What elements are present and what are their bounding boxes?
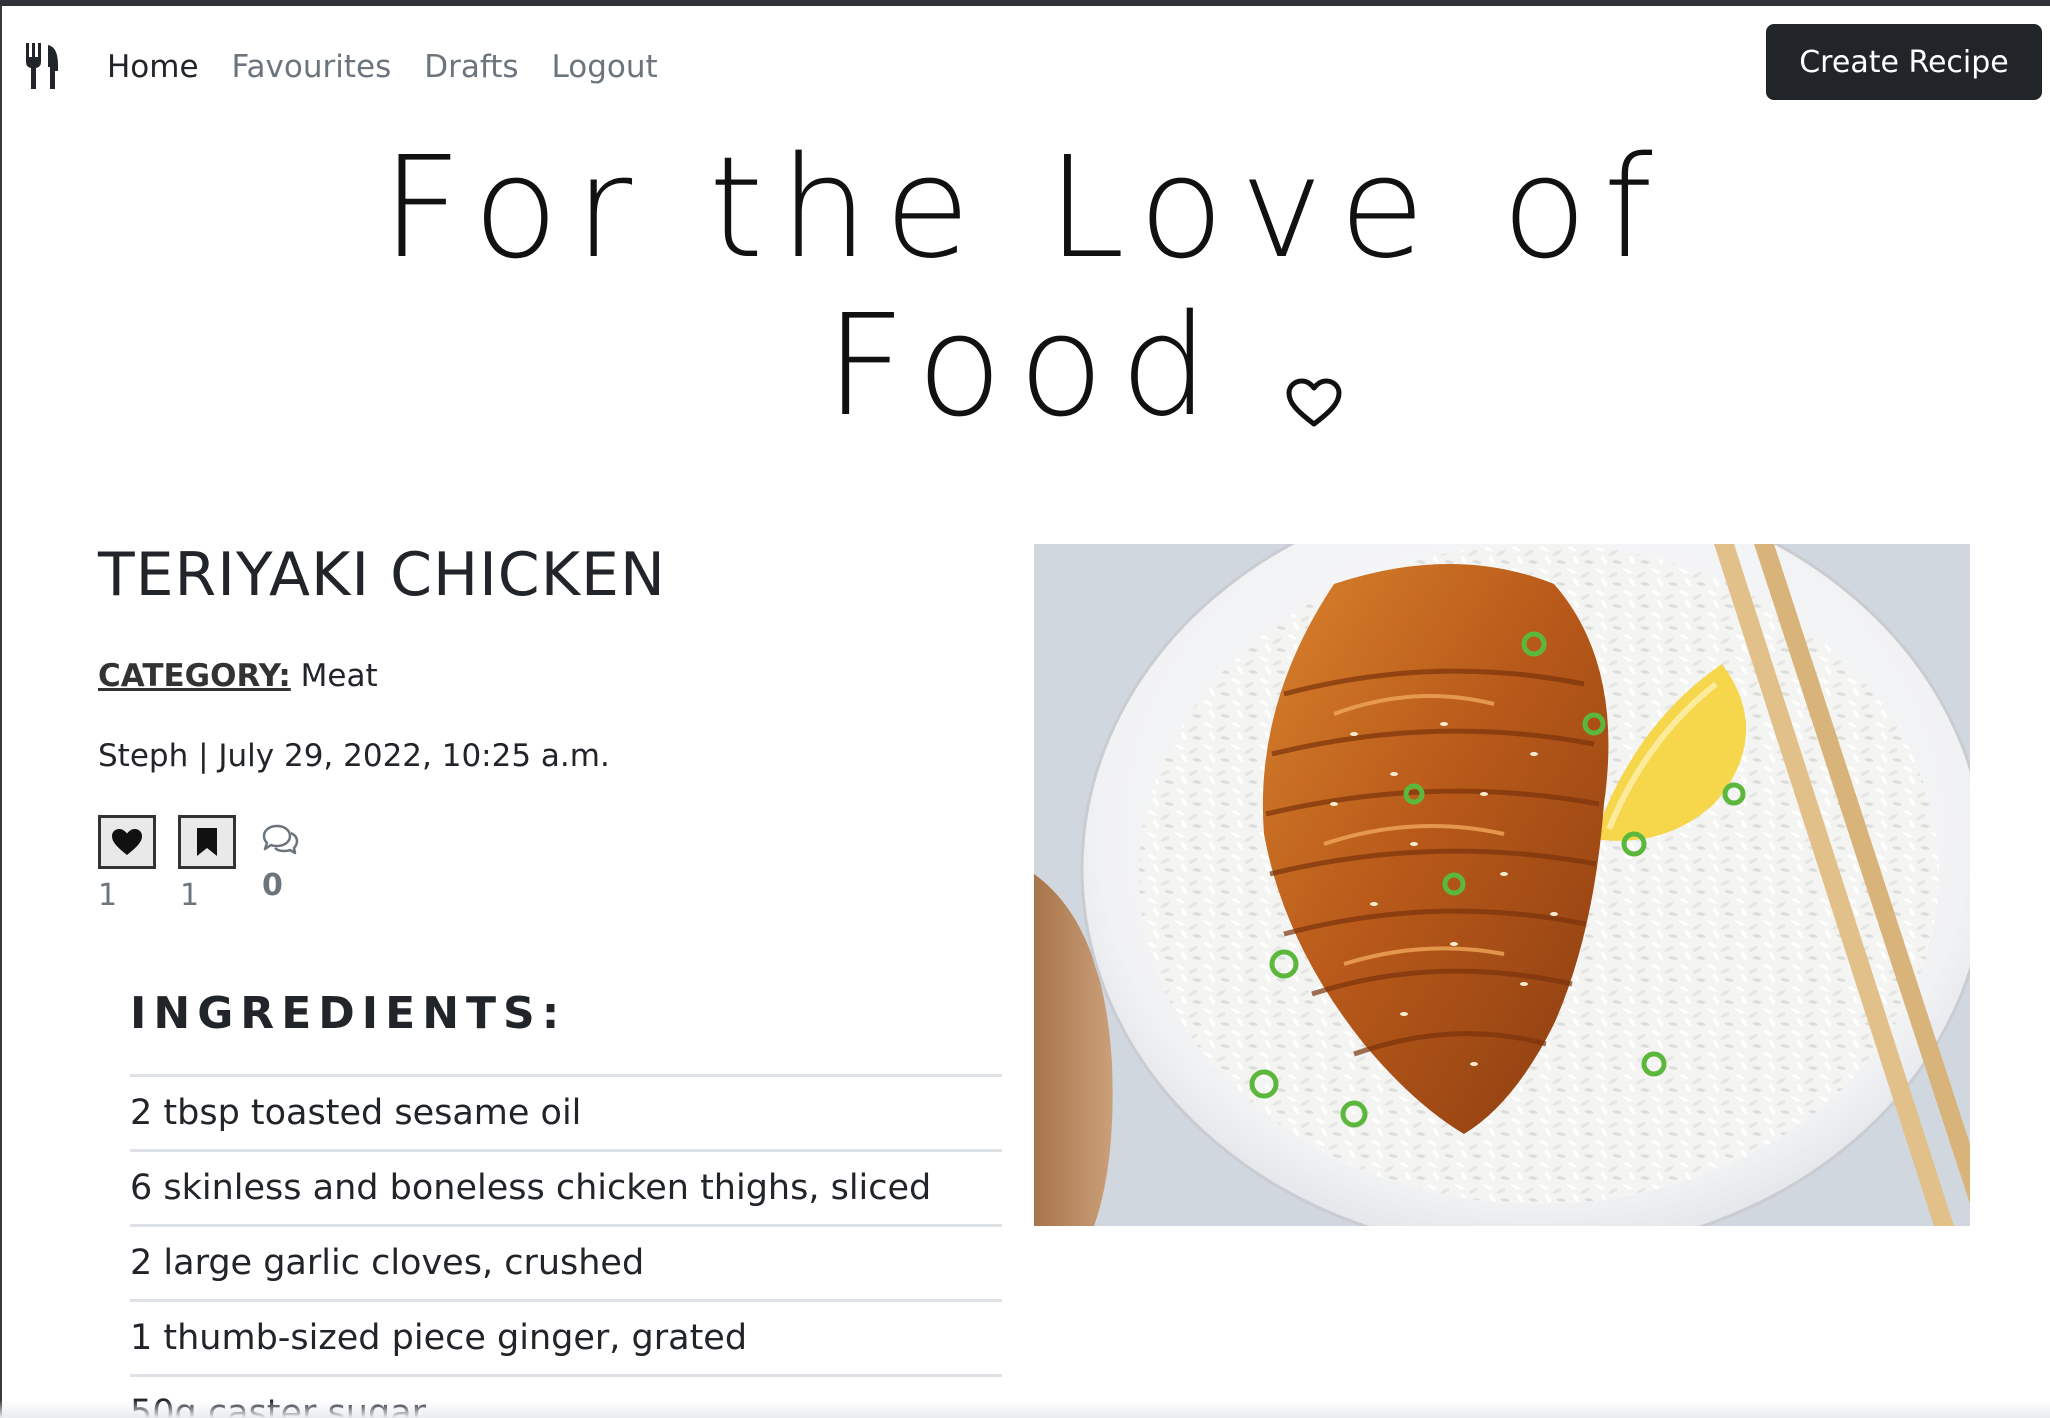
nav-link-drafts[interactable]: Drafts xyxy=(424,44,518,90)
nav-links: Home Favourites Drafts Logout xyxy=(107,44,691,90)
ingredient-item: 1 thumb-sized piece ginger, grated xyxy=(130,1299,1002,1374)
category-label[interactable]: CATEGORY: xyxy=(98,658,291,694)
recipe-category: CATEGORY: Meat xyxy=(98,658,378,694)
heart-outline-icon xyxy=(1286,378,1342,427)
comment-count: 0 xyxy=(262,868,283,903)
bookmark-button[interactable] xyxy=(178,815,236,869)
like-button[interactable] xyxy=(98,815,156,869)
site-title-food: Food xyxy=(825,285,1225,448)
ingredient-item: 2 large garlic cloves, crushed xyxy=(130,1224,1002,1299)
create-recipe-button[interactable]: Create Recipe xyxy=(1766,24,2042,100)
site-title-line-1: For the Love of xyxy=(381,127,1669,290)
like-count: 1 xyxy=(98,878,118,913)
ingredient-item: 6 skinless and boneless chicken thighs, … xyxy=(130,1149,1002,1224)
page: Home Favourites Drafts Logout Create Rec… xyxy=(0,0,2050,1418)
utensils-icon[interactable] xyxy=(24,43,62,89)
recipe-author-date: Steph | July 29, 2022, 10:25 a.m. xyxy=(98,738,610,774)
ingredients-heading: INGREDIENTS: xyxy=(130,988,567,1039)
nav-link-home[interactable]: Home xyxy=(107,44,199,90)
nav-link-logout[interactable]: Logout xyxy=(552,44,658,90)
bookmark-icon xyxy=(197,828,217,856)
heart-icon xyxy=(112,829,142,855)
recipe-photo xyxy=(1034,544,1970,1226)
navbar: Home Favourites Drafts Logout Create Rec… xyxy=(0,6,2050,118)
nav-link-favourites[interactable]: Favourites xyxy=(232,44,392,90)
bottom-scroll-shadow xyxy=(0,1400,2050,1418)
comments-icon[interactable] xyxy=(260,822,300,856)
recipe-title: TERIYAKI CHICKEN xyxy=(98,540,666,610)
site-title-line-2: Food xyxy=(825,285,1342,448)
category-value: Meat xyxy=(300,658,378,694)
ingredient-item: 2 tbsp toasted sesame oil xyxy=(130,1074,1002,1149)
bookmark-count: 1 xyxy=(180,878,200,913)
site-title: For the Love of Food xyxy=(0,130,2050,446)
ingredients-list: 2 tbsp toasted sesame oil 6 skinless and… xyxy=(130,1074,1002,1418)
